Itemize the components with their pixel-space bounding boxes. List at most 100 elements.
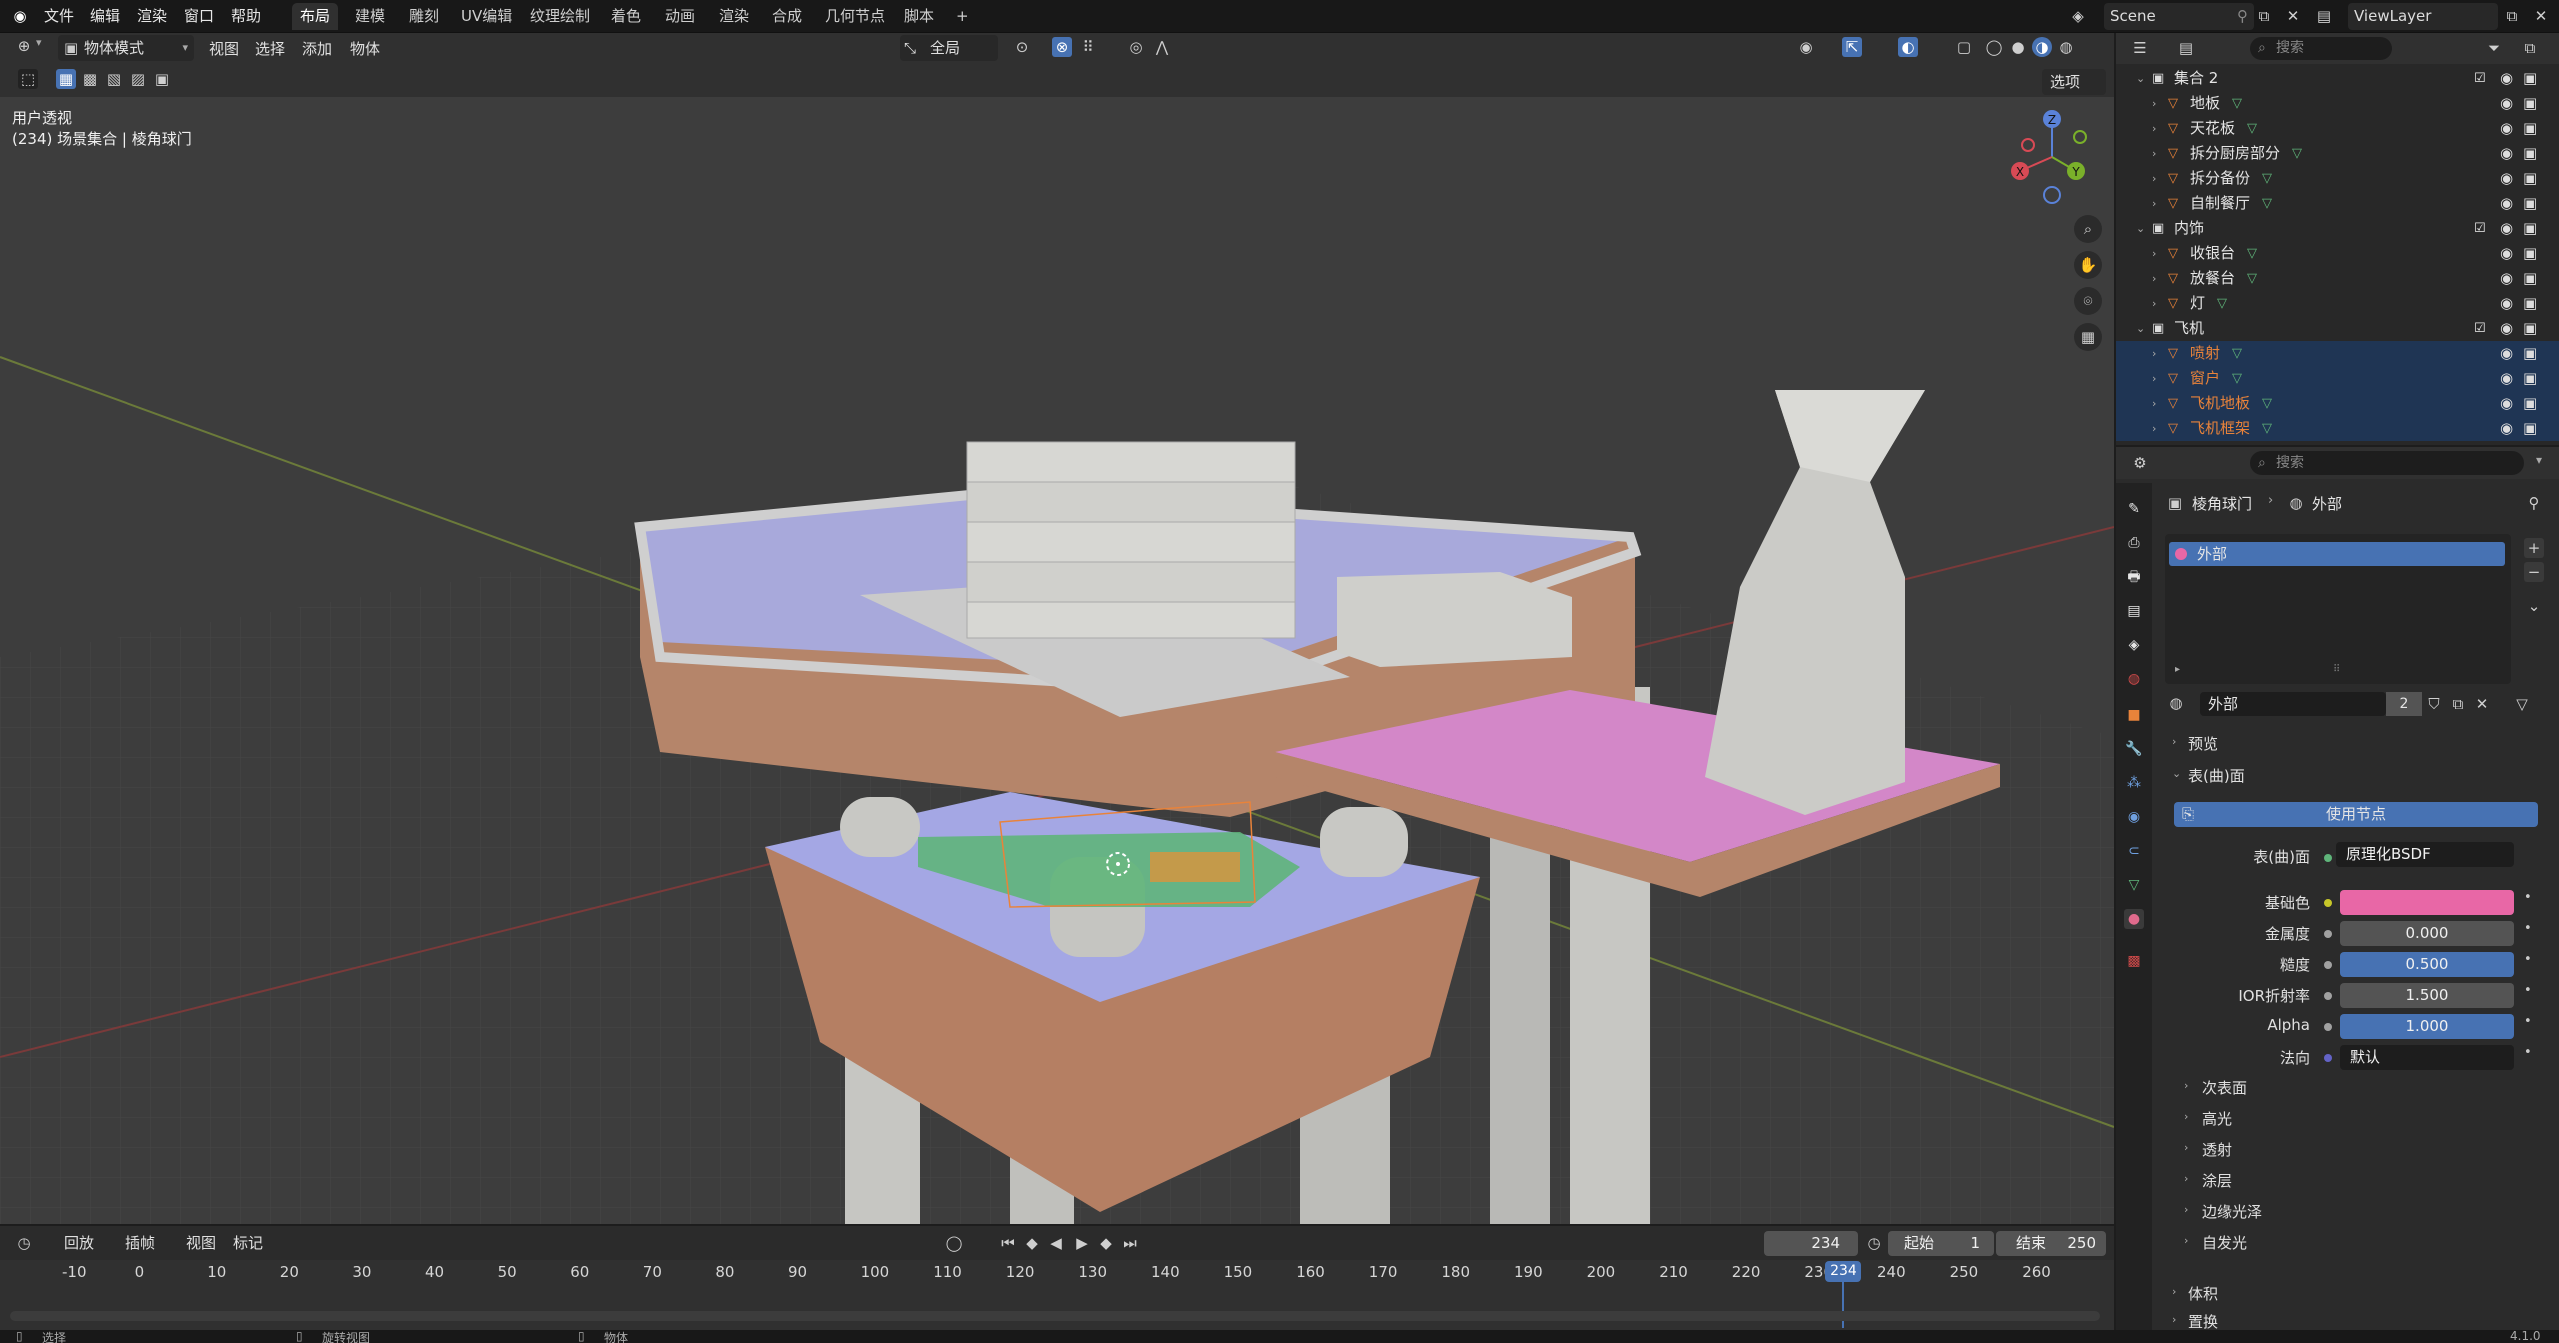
eye-icon[interactable]: ◉ — [2500, 291, 2513, 316]
view-layer-selector[interactable]: ViewLayer — [2348, 3, 2498, 30]
outliner-object-row[interactable]: › ▽ 飞机框架 ▽ ◉ ▣ — [2116, 416, 2559, 441]
play-icon[interactable]: ▶ — [1072, 1233, 1092, 1253]
mesh-data-icon[interactable]: ▽ — [2232, 366, 2242, 391]
outliner-object-row[interactable]: › ▽ 地板 ▽ ◉ ▣ — [2116, 91, 2559, 116]
material-slot-item[interactable]: 外部 — [2169, 542, 2505, 566]
tab-shading[interactable]: 着色 — [603, 3, 649, 30]
jump-end-icon[interactable]: ⏭ — [1120, 1233, 1140, 1253]
eye-icon[interactable]: ◉ — [2500, 66, 2513, 91]
menu-edit[interactable]: 编辑 — [90, 4, 120, 28]
properties-search-input[interactable]: ⌕ 搜索 — [2250, 451, 2524, 475]
zoom-icon[interactable]: ⌕ — [2074, 215, 2102, 243]
mesh-data-icon[interactable]: ▽ — [2232, 91, 2242, 116]
add-workspace-button[interactable]: + — [948, 3, 977, 30]
tab-compositing[interactable]: 合成 — [764, 3, 810, 30]
new-view-layer-icon[interactable]: ⧉ — [2502, 6, 2522, 26]
remove-slot-icon[interactable]: − — [2524, 562, 2544, 582]
start-frame-field[interactable]: 起始 1 — [1888, 1231, 1994, 1256]
browse-material-icon[interactable]: ◍ — [2166, 693, 2186, 713]
input-socket[interactable] — [2324, 1023, 2332, 1031]
bsdf-input-field[interactable]: 1.500 — [2340, 983, 2514, 1008]
snap-target-icon[interactable]: ⠿ — [1078, 37, 1098, 57]
small-box[interactable] — [1337, 572, 1572, 667]
play-reverse-icon[interactable]: ◀ — [1046, 1233, 1066, 1253]
outliner-collection-row[interactable]: ⌄ ▣ 内饰 ☑ ◉ ▣ — [2116, 216, 2559, 241]
mesh-data-icon[interactable]: ▽ — [2217, 291, 2227, 316]
outliner-object-row[interactable]: › ▽ 灯 ▽ ◉ ▣ — [2116, 291, 2559, 316]
eye-icon[interactable]: ◉ — [2500, 166, 2513, 191]
filter-icon[interactable]: ⏷ — [2484, 38, 2504, 58]
duplicate-material-icon[interactable]: ⧉ — [2448, 694, 2468, 714]
render-camera-icon[interactable]: ▣ — [2523, 191, 2537, 216]
bsdf-input-field[interactable]: 1.000 — [2340, 1014, 2514, 1039]
view-layer-tab-icon[interactable]: ▤ — [2124, 601, 2144, 621]
menu-select[interactable]: 选择 — [255, 37, 285, 61]
preview-section[interactable]: 预览 — [2188, 733, 2218, 754]
eye-icon[interactable]: ◉ — [2500, 316, 2513, 341]
chevron-down-icon[interactable]: ▾ — [2536, 453, 2542, 467]
timeline-editor-icon[interactable]: ◷ — [14, 1233, 34, 1253]
falloff-icon[interactable]: ⋀ — [1152, 37, 1172, 57]
subpanel-header[interactable]: 涂层 — [2202, 1170, 2232, 1191]
view-layer-icon[interactable]: ▤ — [2314, 6, 2334, 26]
input-socket[interactable] — [2324, 961, 2332, 969]
keyframe-dot-icon[interactable]: • — [2524, 890, 2532, 905]
chevron-right-icon[interactable]: › — [2152, 241, 2156, 266]
outliner-editor-icon[interactable]: ☰ — [2130, 38, 2150, 58]
timeline-scrollbar[interactable] — [10, 1311, 2100, 1321]
prev-keyframe-icon[interactable]: ◆ — [1022, 1233, 1042, 1253]
keyframe-dot-icon[interactable]: • — [2524, 921, 2532, 936]
input-socket[interactable] — [2324, 899, 2332, 907]
menu-render[interactable]: 渲染 — [137, 4, 167, 28]
render-camera-icon[interactable]: ▣ — [2523, 266, 2537, 291]
eye-icon[interactable]: ◉ — [2500, 366, 2513, 391]
chevron-right-icon[interactable]: › — [2152, 141, 2156, 166]
use-nodes-button[interactable]: ⎘ 使用节点 — [2174, 802, 2538, 827]
keyframe-dot-icon[interactable]: • — [2524, 1045, 2532, 1060]
visibility-icon[interactable]: ◉ — [1796, 37, 1816, 57]
menu-help[interactable]: 帮助 — [231, 4, 261, 28]
constraints-tab-icon[interactable]: ⊂ — [2124, 841, 2144, 861]
transform-orientation-dropdown[interactable]: 全局 ⤡ — [900, 35, 998, 61]
material-shading-icon[interactable]: ◑ — [2032, 37, 2052, 57]
material-slot-list[interactable]: 外部 ▸ ⠿ — [2165, 534, 2511, 684]
outliner-object-row[interactable]: › ▽ 拆分厨房部分 ▽ ◉ ▣ — [2116, 141, 2559, 166]
bsdf-input-field[interactable] — [2340, 890, 2514, 915]
rendered-shading-icon[interactable]: ◍ — [2056, 37, 2076, 57]
mesh-data-icon[interactable]: ▽ — [2292, 141, 2302, 166]
xray-icon[interactable]: ▢ — [1954, 37, 1974, 57]
tab-geometry-nodes[interactable]: 几何节点 — [817, 3, 893, 30]
render-camera-icon[interactable]: ▣ — [2523, 316, 2537, 341]
modifier-tab-icon[interactable]: 🔧 — [2124, 739, 2144, 759]
tab-modeling[interactable]: 建模 — [347, 3, 393, 30]
outliner-search-input[interactable]: ⌕ 搜索 — [2250, 37, 2392, 60]
chevron-down-icon[interactable]: ⌄ — [2136, 66, 2145, 91]
keyboard-mesh[interactable] — [1150, 852, 1240, 882]
pin-icon[interactable]: ⚲ — [2524, 493, 2544, 513]
tab-uv-editing[interactable]: UV编辑 — [453, 3, 520, 30]
menu-file[interactable]: 文件 — [44, 4, 74, 28]
material-name-field[interactable]: 外部 — [2200, 692, 2386, 716]
world-tab-icon[interactable]: ◍ — [2124, 669, 2144, 689]
surface-section[interactable]: 表(曲)面 — [2188, 765, 2245, 786]
mesh-data-icon[interactable]: ▽ — [2262, 391, 2272, 416]
pivot-icon[interactable]: ⊙ — [1012, 37, 1032, 57]
render-camera-icon[interactable]: ▣ — [2523, 216, 2537, 241]
close-scene-icon[interactable]: ✕ — [2283, 6, 2303, 26]
camera-view-icon[interactable]: ⌾ — [2074, 287, 2102, 315]
select-invert-icon[interactable]: ▨ — [128, 69, 148, 89]
mesh-data-icon[interactable]: ▽ — [2232, 341, 2242, 366]
scene-selector[interactable]: Scene ⚲ — [2104, 3, 2254, 30]
chevron-down-icon[interactable]: ⌄ — [2136, 216, 2145, 241]
menu-object[interactable]: 物体 — [350, 37, 380, 61]
select-new-icon[interactable]: ▦ — [56, 69, 76, 89]
mesh-data-icon[interactable]: ▽ — [2262, 166, 2272, 191]
mode-dropdown[interactable]: 物体模式 ▣ ▾ — [58, 35, 194, 61]
menu-marker[interactable]: 标记 — [233, 1231, 263, 1255]
new-scene-icon[interactable]: ⧉ — [2254, 6, 2274, 26]
menu-timeline-view[interactable]: 视图 — [186, 1231, 216, 1255]
menu-view[interactable]: 视图 — [209, 37, 239, 61]
render-camera-icon[interactable]: ▣ — [2523, 391, 2537, 416]
chevron-right-icon[interactable]: › — [2152, 391, 2156, 416]
material-tab-icon[interactable]: ● — [2124, 909, 2144, 929]
